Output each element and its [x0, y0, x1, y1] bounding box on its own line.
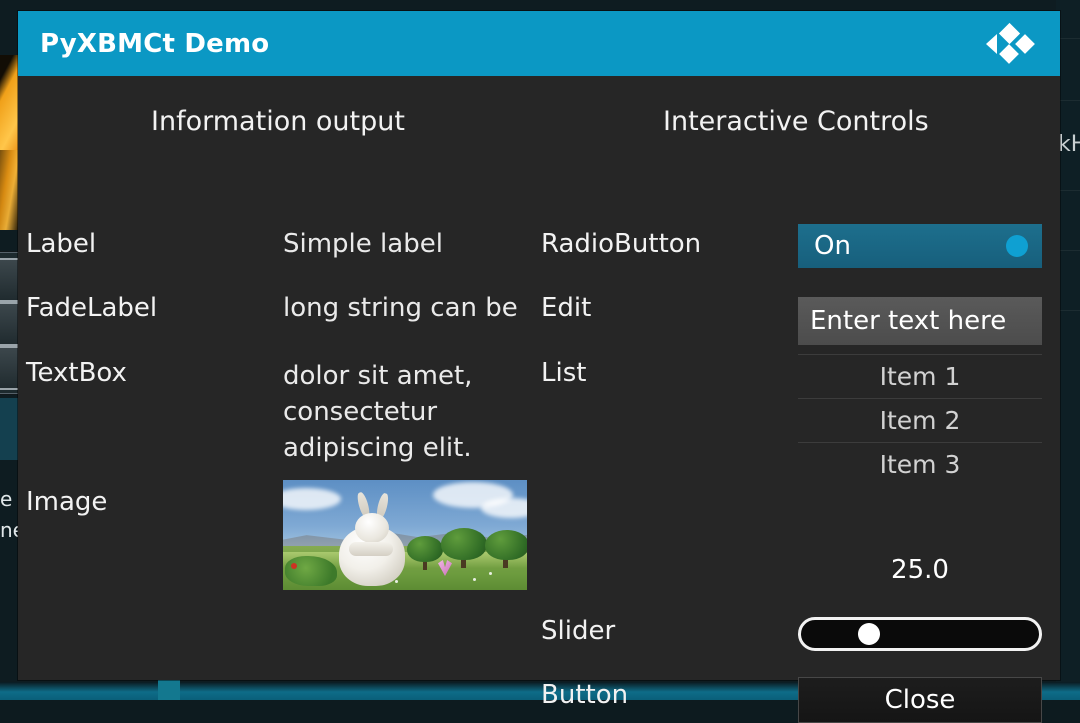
row-label-image: Image [26, 487, 108, 517]
heading-information-output: Information output [151, 106, 405, 137]
row-label-fadelabel: FadeLabel [26, 293, 158, 323]
radio-button-state-label: On [814, 231, 851, 261]
value-textbox: dolor sit amet, consectetur adipiscing e… [283, 361, 473, 463]
close-button-label: Close [884, 685, 956, 715]
value-simple-label: Simple label [283, 229, 443, 259]
list-item[interactable]: Item 2 [798, 398, 1042, 442]
radio-indicator-icon [1006, 235, 1028, 257]
row-label-textbox: TextBox [26, 358, 127, 388]
edit-field[interactable]: Enter text here [798, 297, 1042, 345]
row-label-slider: Slider [541, 616, 616, 646]
kodi-logo-icon [986, 22, 1035, 64]
background-teal-strip [0, 398, 18, 460]
thumbnail-tree [485, 530, 527, 560]
thumbnail-bunny-head [355, 513, 389, 543]
background-divider [1060, 100, 1080, 101]
thumbnail-tree [441, 528, 487, 560]
radio-button-control[interactable]: On [798, 224, 1042, 268]
thumbnail-flower [489, 572, 492, 575]
list-item[interactable]: Item 1 [798, 354, 1042, 398]
background-divider [1060, 310, 1080, 311]
row-label-list: List [541, 358, 587, 388]
row-label-label: Label [26, 229, 97, 259]
slider-knob[interactable] [857, 623, 880, 645]
thumbnail-flower [395, 580, 398, 583]
thumbnail-tree [407, 536, 443, 562]
background-divider [1060, 38, 1080, 39]
thumbnail-bunny-arms [349, 542, 393, 556]
list-item[interactable]: Item 3 [798, 442, 1042, 486]
close-button[interactable]: Close [798, 677, 1042, 723]
row-label-button: Button [541, 680, 629, 710]
list-control[interactable]: Item 1 Item 2 Item 3 [798, 354, 1042, 486]
row-label-radiobutton: RadioButton [541, 229, 702, 259]
dialog-content: Information output Interactive Controls … [18, 76, 1060, 723]
background-right-text: kH [1058, 132, 1080, 157]
image-thumbnail [283, 480, 527, 590]
row-label-edit: Edit [541, 293, 592, 323]
background-left-text-line1: e [0, 487, 13, 511]
thumbnail-red-accent [291, 563, 297, 569]
pyxbmct-dialog: PyXBMCt Demo Information output Interact… [18, 11, 1060, 723]
dialog-titlebar: PyXBMCt Demo [18, 11, 1060, 76]
slider-control[interactable] [798, 617, 1042, 651]
dialog-title: PyXBMCt Demo [40, 28, 270, 59]
thumbnail-bush [285, 556, 337, 586]
value-fadelabel: long string can be [283, 293, 518, 323]
background-divider [1060, 190, 1080, 191]
edit-field-value: Enter text here [810, 306, 1007, 336]
heading-interactive-controls: Interactive Controls [663, 106, 929, 137]
thumbnail-flower [473, 578, 476, 581]
background-divider [1060, 250, 1080, 251]
slider-value-label: 25.0 [891, 555, 949, 585]
